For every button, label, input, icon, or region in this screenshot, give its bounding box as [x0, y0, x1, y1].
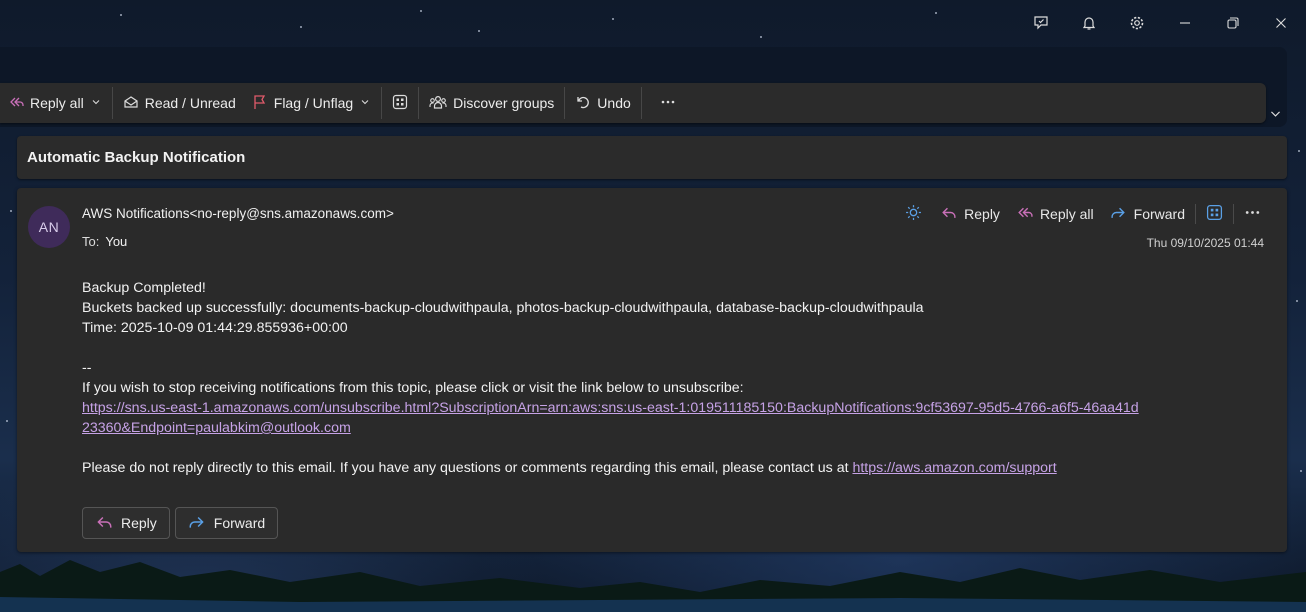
more-options-button[interactable] [1236, 201, 1269, 227]
actions-divider [1195, 204, 1196, 224]
actions-divider [1233, 204, 1234, 224]
chevron-down-icon[interactable] [359, 95, 371, 111]
chevron-down-icon[interactable] [90, 95, 102, 111]
more-options-button[interactable] [644, 87, 692, 119]
subject-bar: Automatic Backup Notification [17, 136, 1287, 179]
toolbar-divider [111, 87, 113, 119]
close-icon[interactable] [1257, 0, 1305, 46]
to-label: To: [82, 234, 100, 249]
discover-groups-label: Discover groups [453, 95, 555, 111]
sun-icon [905, 204, 922, 224]
reply-label: Reply [964, 206, 1000, 222]
chat-check-icon[interactable] [1017, 0, 1065, 46]
expand-ribbon-button[interactable] [1266, 104, 1284, 122]
reply-all-label: Reply all [1039, 206, 1094, 222]
bottom-forward-label: Forward [213, 515, 266, 531]
body-separator: -- [82, 360, 92, 376]
reply-all-icon [1016, 204, 1033, 224]
apps-icon [392, 94, 408, 113]
discover-groups-button[interactable]: Discover groups [421, 87, 562, 119]
reply-icon [940, 204, 957, 224]
reply-icon [95, 513, 113, 534]
unsubscribe-link[interactable]: https://sns.us-east-1.amazonaws.com/unsu… [82, 400, 1139, 436]
undo-label: Undo [597, 95, 631, 111]
apps-button[interactable] [384, 87, 416, 119]
more-icon [660, 94, 676, 113]
more-icon [1244, 204, 1261, 224]
forward-label: Forward [1133, 206, 1185, 222]
people-icon [429, 94, 447, 113]
subject-title: Automatic Backup Notification [27, 149, 246, 166]
reply-all-button[interactable]: Reply all [0, 87, 110, 119]
command-toolbar: Reply all Read / Unread Flag / Unflag Di… [0, 83, 1266, 123]
toolbar-divider [640, 87, 642, 119]
support-link[interactable]: https://aws.amazon.com/support [852, 460, 1056, 476]
message-date: Thu 09/10/2025 01:44 [1146, 236, 1264, 250]
reply-all-label: Reply all [30, 95, 84, 111]
contact-text: Please do not reply directly to this ema… [82, 458, 1142, 478]
forward-button[interactable]: Forward [1102, 201, 1193, 227]
message-actions: Reply Reply all Forward [895, 201, 1269, 227]
gear-icon[interactable] [1113, 0, 1161, 46]
bottom-reply-button[interactable]: Reply [82, 507, 170, 539]
forward-icon [188, 513, 206, 534]
chevron-down-icon [1270, 110, 1280, 117]
reply-all-icon [8, 94, 24, 113]
forest-silhouette [0, 560, 1306, 612]
contact-text-label: Please do not reply directly to this ema… [82, 460, 853, 476]
body-line: Time: 2025-10-09 01:44:29.855936+00:00 [82, 320, 348, 336]
undo-button[interactable]: Undo [567, 87, 638, 119]
window-controls [1017, 0, 1305, 46]
restore-icon[interactable] [1209, 0, 1257, 46]
reply-button[interactable]: Reply [932, 201, 1008, 227]
to-value[interactable]: You [105, 234, 127, 249]
bottom-forward-button[interactable]: Forward [174, 507, 279, 539]
envelope-open-icon [123, 94, 139, 113]
toolbar-divider [418, 87, 420, 119]
reply-all-button[interactable]: Reply all [1008, 201, 1102, 227]
read-unread-button[interactable]: Read / Unread [115, 87, 244, 119]
body-line: Buckets backed up successfully: document… [82, 300, 924, 316]
toolbar-divider [381, 87, 383, 119]
body-line: Backup Completed! [82, 280, 206, 296]
apps-icon [1206, 204, 1223, 224]
read-unread-label: Read / Unread [144, 95, 236, 111]
message-body: Backup Completed! Buckets backed up succ… [82, 278, 1142, 478]
forward-icon [1110, 204, 1127, 224]
sender[interactable]: AWS Notifications<no-reply@sns.amazonaws… [82, 206, 394, 221]
unsubscribe-text: If you wish to stop receiving notificati… [82, 380, 744, 396]
recipients: To: You [82, 234, 127, 249]
minimize-icon[interactable] [1161, 0, 1209, 46]
avatar[interactable]: AN [28, 206, 70, 248]
toolbar-divider [564, 87, 566, 119]
flag-unflag-label: Flag / Unflag [273, 95, 354, 111]
flag-icon [252, 94, 268, 113]
message-card: AN AWS Notifications<no-reply@sns.amazon… [17, 188, 1287, 552]
theme-toggle-button[interactable] [895, 201, 932, 227]
bottom-reply-label: Reply [121, 515, 157, 531]
apps-button[interactable] [1198, 201, 1231, 227]
quick-reply-buttons: Reply Forward [82, 507, 279, 539]
flag-unflag-button[interactable]: Flag / Unflag [244, 87, 379, 119]
bell-icon[interactable] [1065, 0, 1113, 46]
undo-icon [575, 94, 591, 113]
